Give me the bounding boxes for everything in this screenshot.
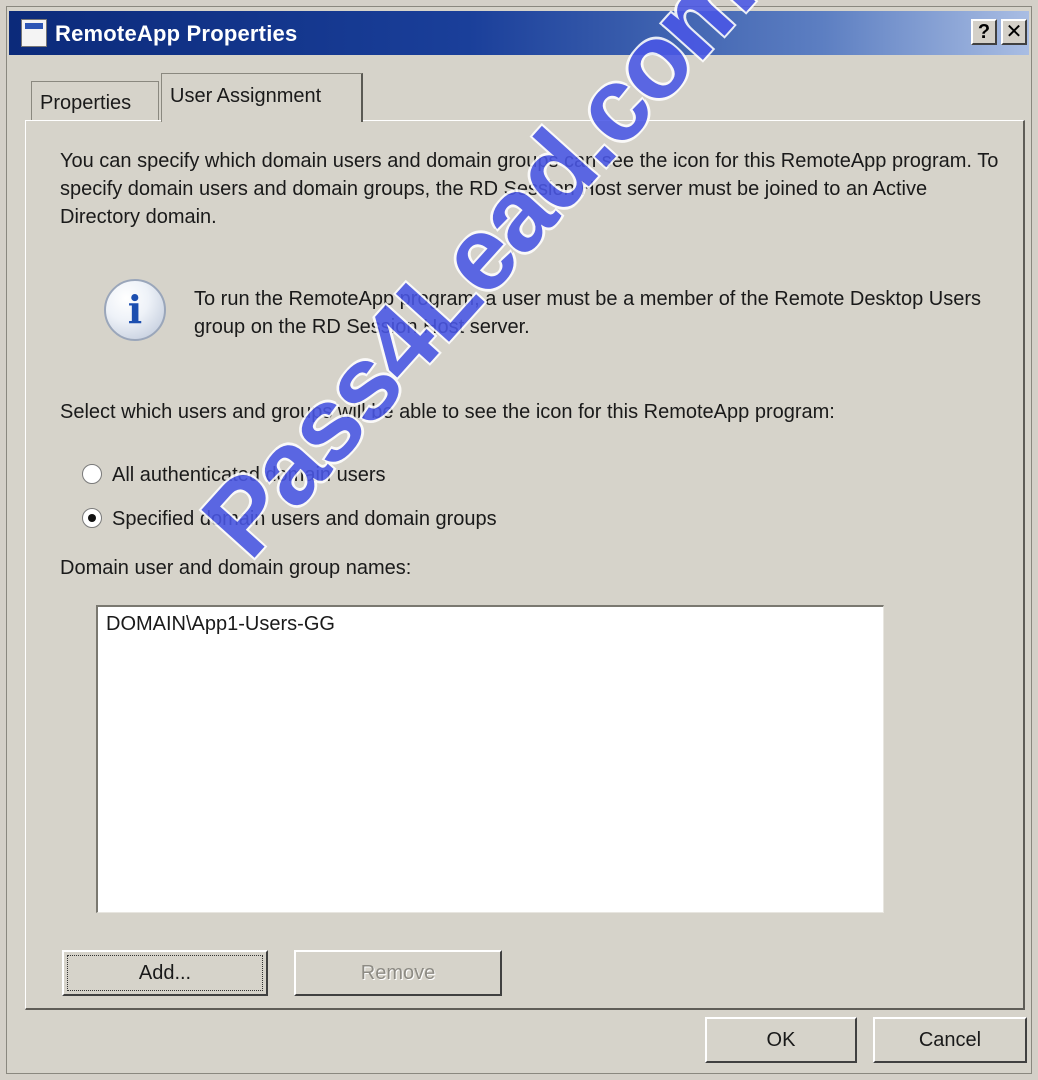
window-app-icon [21, 19, 47, 47]
select-users-label: Select which users and groups will be ab… [60, 401, 835, 423]
user-assignment-panel: You can specify which domain users and d… [25, 120, 1025, 1010]
ok-button[interactable]: OK [705, 1017, 857, 1063]
cancel-button[interactable]: Cancel [873, 1017, 1027, 1063]
list-item[interactable]: DOMAIN\App1-Users-GG [98, 607, 883, 642]
close-button[interactable]: ✕ [1001, 19, 1027, 45]
radio-label-specified: Specified domain users and domain groups [112, 508, 497, 530]
info-text: To run the RemoteApp program, a user mus… [194, 288, 982, 338]
title-bar[interactable]: RemoteApp Properties ? ✕ [9, 11, 1029, 55]
domain-names-listbox[interactable]: DOMAIN\App1-Users-GG [96, 605, 884, 913]
radio-label-all-users: All authenticated domain users [112, 464, 386, 486]
remoteapp-properties-dialog: RemoteApp Properties ? ✕ Properties User… [6, 6, 1032, 1074]
info-icon: i [104, 279, 166, 341]
tab-properties[interactable]: Properties [31, 81, 159, 121]
radio-button-checked[interactable] [82, 508, 102, 528]
tab-user-assignment[interactable]: User Assignment [161, 73, 363, 122]
description-text: You can specify which domain users and d… [60, 150, 999, 228]
window-title: RemoteApp Properties [55, 21, 298, 46]
add-button[interactable]: Add... [62, 950, 268, 996]
remove-button[interactable]: Remove [294, 950, 502, 996]
radio-button-unchecked[interactable] [82, 464, 102, 484]
domain-names-label: Domain user and domain group names: [60, 557, 412, 579]
help-button[interactable]: ? [971, 19, 997, 45]
